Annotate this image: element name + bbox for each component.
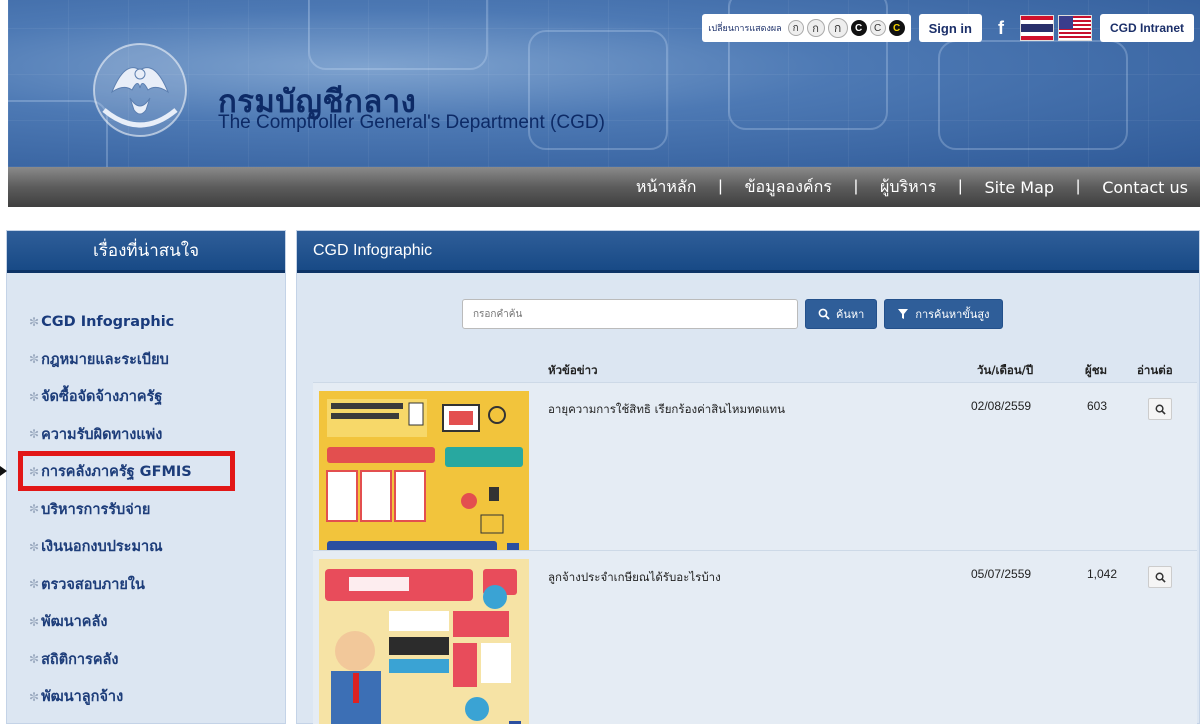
nav-about[interactable]: ข้อมูลองค์กร	[745, 175, 832, 200]
infographic-thumbnail[interactable]	[319, 391, 529, 569]
main-panel: CGD Infographic ค้นหา การค้นหาขั้นสูง หั…	[296, 230, 1200, 724]
nav-home[interactable]: หน้าหลัก	[636, 175, 697, 200]
sign-in-button[interactable]: Sign in	[918, 14, 982, 42]
table-header: หัวข้อข่าว วัน/เดือน/ปี ผู้ชม อ่านต่อ	[297, 358, 1199, 382]
display-switch: เปลี่ยนการแสดงผล ก ก ก C C C	[702, 14, 911, 42]
column-views: ผู้ชม	[1085, 363, 1108, 377]
nav-sitemap[interactable]: Site Map	[984, 178, 1054, 197]
nav-divider: |	[1076, 178, 1081, 195]
top-utility-bar: เปลี่ยนการแสดงผล ก ก ก C C C Sign in f C…	[702, 14, 1194, 42]
main-nav: หน้าหลัก | ข้อมูลองค์กร | ผู้บริหาร | Si…	[8, 167, 1200, 207]
news-date: 02/08/2559	[971, 399, 1032, 413]
news-title[interactable]: ลูกจ้างประจำเกษียณได้รับอะไรบ้าง	[548, 569, 721, 587]
news-views: 603	[1087, 399, 1108, 413]
decor-shape	[308, 0, 488, 70]
filter-icon	[898, 309, 909, 319]
infographic-thumbnail[interactable]	[319, 559, 529, 724]
brand-title-english: The Comptroller General's Department (CG…	[218, 112, 605, 133]
font-size-small-option[interactable]: ก	[787, 20, 804, 36]
bullet-icon: ✼	[29, 314, 40, 329]
bullet-icon: ✼	[29, 427, 40, 442]
sidebar-item-label: ความรับผิดทางแพ่ง	[41, 426, 163, 443]
sidebar-item-laws[interactable]: ✼ กฎหมายและระเบียบ	[7, 341, 285, 379]
header-banner: กรมบัญชีกลาง The Comptroller General's D…	[8, 0, 1200, 167]
contrast-dark-option[interactable]: C	[850, 20, 867, 36]
cgd-logo[interactable]	[90, 40, 190, 140]
bullet-icon: ✼	[29, 577, 40, 592]
bullet-icon: ✼	[29, 389, 40, 404]
table-row: ลูกจ้างประจำเกษียณได้รับอะไรบ้าง 05/07/2…	[313, 550, 1197, 724]
nav-executives[interactable]: ผู้บริหาร	[880, 175, 936, 200]
nav-contact[interactable]: Contact us	[1102, 178, 1188, 197]
facebook-icon[interactable]: f	[986, 14, 1016, 42]
sidebar-item-label: จัดซื้อจัดจ้างภาครัฐ	[41, 389, 163, 406]
intranet-button[interactable]: CGD Intranet	[1099, 14, 1194, 42]
pointer-arrow-icon	[0, 466, 7, 476]
sidebar-list: ✼ CGD Infographic ✼ กฎหมายและระเบียบ ✼ จัดซ…	[7, 273, 285, 716]
sidebar-item-label: สถิติการคลัง	[41, 651, 119, 668]
bullet-icon: ✼	[29, 502, 40, 517]
sidebar-item-label: พัฒนาลูกจ้าง	[41, 689, 124, 706]
read-more-button[interactable]	[1148, 566, 1172, 588]
sidebar-item-label: CGD Infographic	[41, 313, 175, 330]
news-views: 1,042	[1087, 567, 1118, 581]
column-date: วัน/เดือน/ปี	[977, 363, 1034, 377]
bullet-icon: ✼	[29, 652, 40, 667]
bullet-icon: ✼	[29, 539, 40, 554]
column-read-more: อ่านต่อ	[1137, 363, 1173, 377]
us-flag-icon[interactable]	[1057, 15, 1092, 41]
nav-divider: |	[853, 178, 859, 195]
sidebar-item-civil-liability[interactable]: ✼ ความรับผิดทางแพ่ง	[7, 416, 285, 454]
search-icon	[818, 308, 830, 320]
search-input[interactable]	[462, 299, 798, 329]
font-size-large-option[interactable]: ก	[827, 18, 848, 38]
search-button[interactable]: ค้นหา	[805, 299, 878, 329]
sidebar-title: เรื่องที่น่าสนใจ	[7, 231, 285, 273]
bullet-icon: ✼	[29, 614, 40, 629]
sidebar-item-label: บริหารการรับจ่าย	[41, 501, 151, 518]
sidebar-item-internal-audit[interactable]: ✼ ตรวจสอบภายใน	[7, 566, 285, 604]
sidebar-item-treasury-development[interactable]: ✼ พัฒนาคลัง	[7, 603, 285, 641]
sidebar-item-cgd-infographic[interactable]: ✼ CGD Infographic	[7, 303, 285, 341]
sidebar-item-payment-management[interactable]: ✼ บริหารการรับจ่าย	[7, 491, 285, 529]
thai-flag-icon[interactable]	[1019, 15, 1054, 41]
sidebar-item-procurement[interactable]: ✼ จัดซื้อจัดจ้างภาครัฐ	[7, 378, 285, 416]
search-button-label: ค้นหา	[836, 308, 865, 321]
news-title[interactable]: อายุความการใช้สิทธิ เรียกร้องค่าสินไหมทด…	[548, 401, 785, 419]
advanced-search-label: การค้นหาขั้นสูง	[915, 308, 990, 321]
sidebar-item-fiscal-statistics[interactable]: ✼ สถิติการคลัง	[7, 641, 285, 679]
search-icon	[1155, 572, 1166, 583]
sidebar-item-label: พัฒนาคลัง	[41, 614, 108, 631]
column-title: หัวข้อข่าว	[548, 363, 598, 377]
search-icon	[1155, 404, 1166, 415]
highlight-box	[18, 451, 235, 491]
contrast-yellow-option[interactable]: C	[888, 20, 905, 36]
contrast-normal-option[interactable]: C	[869, 20, 886, 36]
sidebar-item-employee-development[interactable]: ✼ พัฒนาลูกจ้าง	[7, 678, 285, 716]
sidebar-item-label: กฎหมายและระเบียบ	[41, 351, 169, 368]
nav-divider: |	[718, 178, 723, 195]
table-row: อายุความการใช้สิทธิ เรียกร้องค่าสินไหมทด…	[313, 382, 1197, 572]
advanced-search-button[interactable]: การค้นหาขั้นสูง	[884, 299, 1003, 329]
read-more-button[interactable]	[1148, 398, 1172, 420]
sidebar-item-label: ตรวจสอบภายใน	[41, 576, 145, 593]
font-size-medium-option[interactable]: ก	[806, 19, 825, 37]
decor-shape	[938, 40, 1128, 150]
news-date: 05/07/2559	[971, 567, 1032, 581]
nav-divider: |	[958, 178, 963, 195]
bullet-icon: ✼	[29, 352, 40, 367]
sidebar-item-label: เงินนอกงบประมาณ	[41, 539, 163, 556]
bullet-icon: ✼	[29, 689, 40, 704]
main-panel-title: CGD Infographic	[297, 231, 1199, 273]
sidebar-item-off-budget[interactable]: ✼ เงินนอกงบประมาณ	[7, 528, 285, 566]
display-switch-label: เปลี่ยนการแสดงผล	[708, 24, 782, 34]
search-row: ค้นหา การค้นหาขั้นสูง	[462, 299, 1003, 329]
